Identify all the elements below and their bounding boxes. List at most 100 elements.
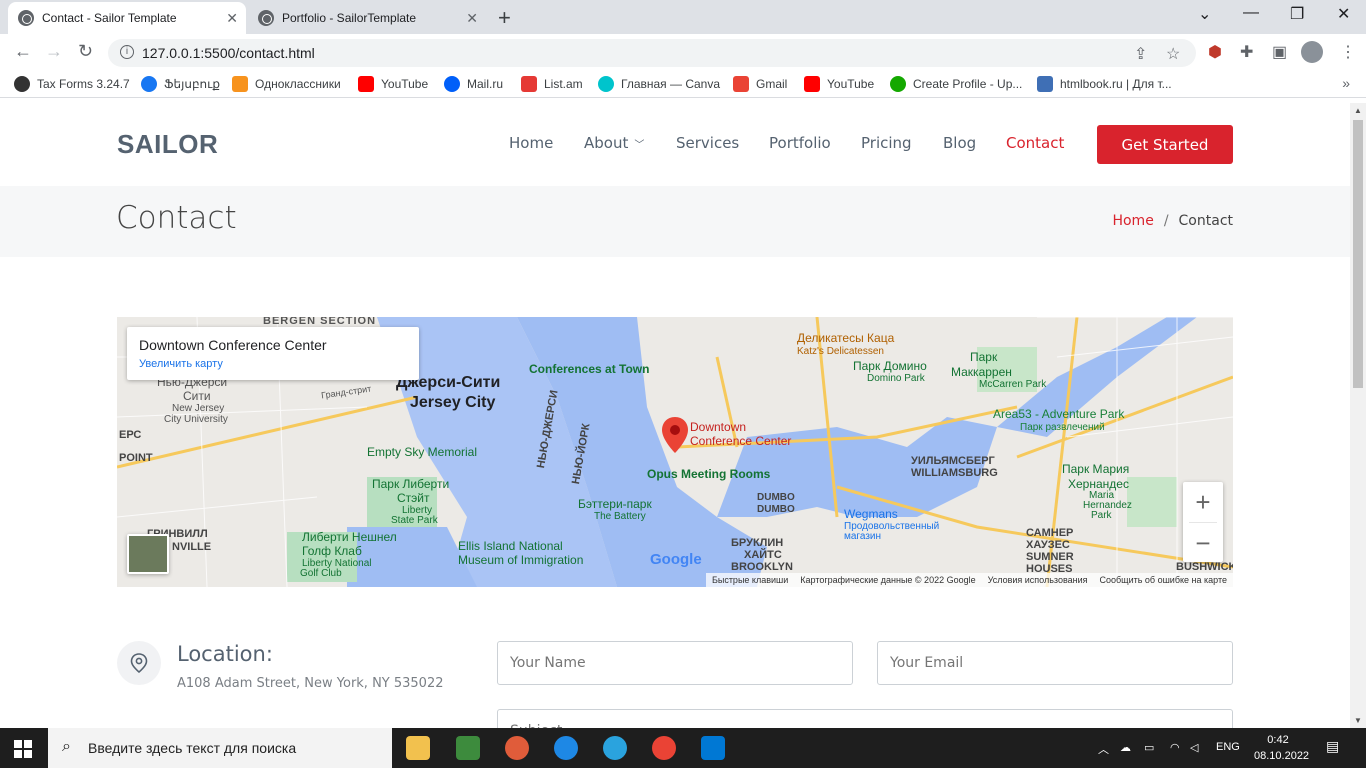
breadcrumb: Home / Contact <box>1112 213 1233 229</box>
notifications-icon[interactable]: ▤ <box>1326 738 1339 755</box>
more-bookmarks-icon[interactable]: » <box>1342 75 1350 91</box>
nav-services[interactable]: Services <box>676 134 739 152</box>
telegram-icon[interactable] <box>603 736 627 760</box>
map-label: WILLIAMSBURG <box>911 467 998 479</box>
map-label: Хернандес <box>1068 477 1129 491</box>
bookmark-label: YouTube <box>827 77 875 91</box>
minimize-button[interactable]: — <box>1243 4 1259 22</box>
google-map[interactable]: BERGEN SECTION Джерси-Сити Jersey City Н… <box>117 317 1233 587</box>
tab-portfolio[interactable]: Portfolio - SailorTemplate ✕ <box>248 2 486 34</box>
close-icon[interactable]: ✕ <box>226 10 238 27</box>
nav-pricing[interactable]: Pricing <box>861 134 912 152</box>
bookmark-ok[interactable]: Одноклассники <box>232 76 341 92</box>
youtube-icon <box>358 76 374 92</box>
close-icon[interactable]: ✕ <box>466 10 478 27</box>
battery-icon[interactable]: ▭ <box>1144 741 1154 754</box>
side-panel-icon[interactable]: ▣ <box>1272 42 1287 62</box>
bookmark-listam[interactable]: List.am <box>521 76 583 92</box>
edge-icon[interactable] <box>554 736 578 760</box>
tab-contact[interactable]: Contact - Sailor Template ✕ <box>8 2 246 34</box>
address-bar[interactable]: i 127.0.0.1:5500/contact.html ⇪ ☆ <box>108 39 1196 67</box>
enlarge-map-link[interactable]: Увеличить карту <box>139 358 223 370</box>
map-label: Domino Park <box>867 373 925 384</box>
back-button[interactable]: ← <box>14 41 32 62</box>
map-label: Wegmans <box>844 507 898 521</box>
map-label: Conferences at Town <box>529 362 650 376</box>
report-error-link[interactable]: Сообщить об ошибке на карте <box>1100 575 1227 585</box>
menu-icon[interactable]: ⋮ <box>1340 42 1356 62</box>
bookmark-tax-forms[interactable]: Tax Forms 3.24.7 <box>14 76 130 92</box>
nav-about[interactable]: About ﹀ <box>584 134 644 152</box>
app-icon[interactable] <box>456 736 480 760</box>
bookmark-htmlbook[interactable]: htmlbook.ru | Для т... <box>1037 76 1172 92</box>
map-label: City University <box>164 414 228 425</box>
restore-button[interactable]: ❐ <box>1290 4 1304 24</box>
close-window-button[interactable]: ✕ <box>1337 4 1350 24</box>
nav-home[interactable]: Home <box>509 134 553 152</box>
clock[interactable]: 0:42 08.10.2022 <box>1254 732 1309 764</box>
bookmark-gmail[interactable]: Gmail <box>733 76 787 92</box>
location-icon <box>117 641 161 685</box>
wifi-icon[interactable]: ◠ <box>1170 741 1180 754</box>
map-label: Парк Домино <box>853 359 927 373</box>
star-icon[interactable]: ☆ <box>1166 44 1180 64</box>
keyboard-shortcuts-link[interactable]: Быстрые клавиши <box>712 575 788 585</box>
cloud-icon[interactable]: ☁ <box>1120 741 1131 754</box>
bookmark-youtube[interactable]: YouTube <box>358 76 428 92</box>
zoom-in-button[interactable]: + <box>1183 482 1223 522</box>
breadcrumb-home[interactable]: Home <box>1112 213 1153 229</box>
bookmark-mailru[interactable]: Mail.ru <box>444 76 503 92</box>
chevron-up-icon[interactable]: ︿ <box>1098 741 1109 757</box>
breadcrumb-current: Contact <box>1178 213 1233 229</box>
zoom-out-button[interactable]: − <box>1183 523 1223 563</box>
bookmark-facebook[interactable]: Ֆեյսբուք <box>141 76 220 92</box>
scroll-up-icon[interactable]: ▲ <box>1354 106 1362 115</box>
info-icon[interactable]: i <box>120 45 134 59</box>
map-pin-icon[interactable] <box>662 417 688 453</box>
bookmark-youtube-2[interactable]: YouTube <box>804 76 874 92</box>
listam-icon <box>521 76 537 92</box>
bookmark-label: Gmail <box>756 77 788 91</box>
bookmark-label: Одноклассники <box>255 77 341 91</box>
puzzle-icon[interactable]: ✚ <box>1240 42 1253 62</box>
mailru-icon <box>444 76 460 92</box>
share-icon[interactable]: ⇪ <box>1134 44 1147 64</box>
app-icon[interactable] <box>505 736 529 760</box>
scroll-down-icon[interactable]: ▼ <box>1354 716 1362 725</box>
language-indicator[interactable]: ENG <box>1216 741 1240 753</box>
get-started-button[interactable]: Get Started <box>1097 125 1233 164</box>
nav-contact[interactable]: Contact <box>1006 134 1064 152</box>
extension-icon[interactable]: ⬢ <box>1208 42 1222 62</box>
upwork-icon <box>890 76 906 92</box>
tab-search-icon[interactable]: ⌄ <box>1198 4 1211 24</box>
forward-button[interactable]: → <box>45 41 63 62</box>
satellite-toggle-button[interactable] <box>127 534 169 574</box>
speaker-icon[interactable]: ◁ <box>1190 741 1198 754</box>
taskbar-search[interactable]: ⌕ Введите здесь текст для поиска <box>48 728 392 768</box>
nav-blog[interactable]: Blog <box>943 134 976 152</box>
pin-label: Downtown <box>690 420 747 434</box>
youtube-icon <box>804 76 820 92</box>
map-label: BROOKLYN <box>731 561 793 573</box>
bookmark-canva[interactable]: Главная — Canva <box>598 76 720 92</box>
scrollbar-thumb[interactable] <box>1353 120 1363 388</box>
name-field[interactable] <box>497 641 853 685</box>
map-label: БРУКЛИН <box>731 537 784 549</box>
site-logo[interactable]: SAILOR <box>117 129 218 160</box>
bookmark-upwork[interactable]: Create Profile - Up... <box>890 76 1022 92</box>
nav-portfolio[interactable]: Portfolio <box>769 134 831 152</box>
file-explorer-icon[interactable] <box>406 736 430 760</box>
windows-start-icon[interactable] <box>14 740 32 758</box>
avatar[interactable] <box>1301 41 1323 63</box>
terms-link[interactable]: Условия использования <box>988 575 1088 585</box>
chrome-icon[interactable] <box>652 736 676 760</box>
vscode-icon[interactable] <box>701 736 725 760</box>
subject-field[interactable] <box>497 709 1233 728</box>
url-text[interactable]: 127.0.0.1:5500/contact.html <box>142 45 315 61</box>
map-place-name: Downtown Conference Center <box>139 337 327 353</box>
page-scrollbar[interactable]: ▲ ▼ <box>1350 103 1366 728</box>
reload-button[interactable]: ↻ <box>78 41 93 62</box>
new-tab-button[interactable]: + <box>498 5 511 31</box>
email-field[interactable] <box>877 641 1233 685</box>
bookmark-label: YouTube <box>381 77 429 91</box>
